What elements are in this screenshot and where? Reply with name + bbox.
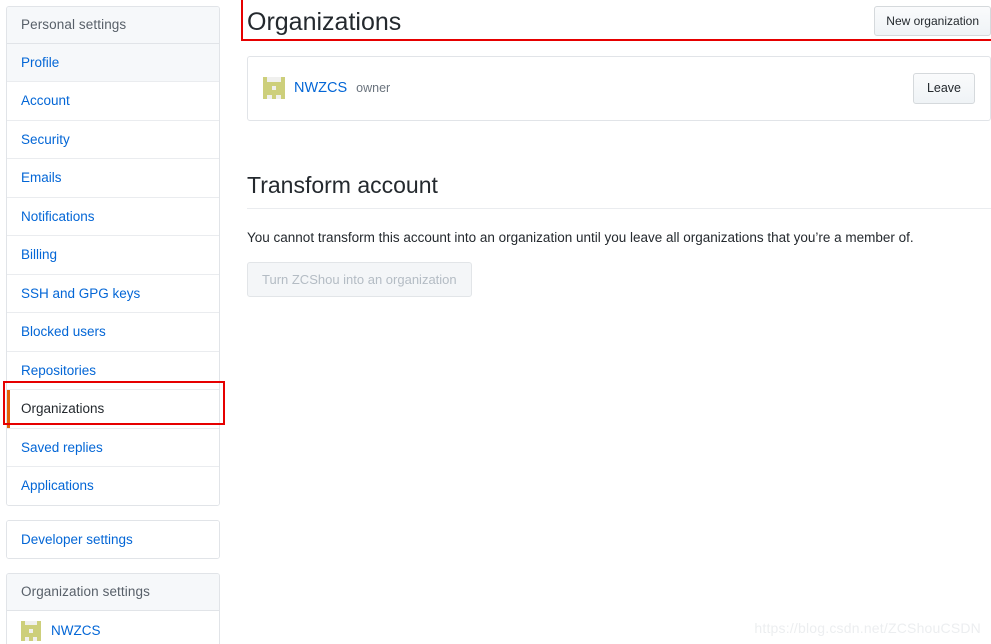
leave-organization-button[interactable]: Leave bbox=[912, 73, 975, 104]
sidebar-item-ssh-and-gpg-keys[interactable]: SSH and GPG keys bbox=[7, 274, 219, 313]
sidebar-item-developer-settings[interactable]: Developer settings bbox=[7, 520, 219, 558]
watermark-text: https://blog.csdn.net/ZCShouCSDN bbox=[754, 620, 981, 636]
sidebar-item-organizations[interactable]: Organizations bbox=[7, 390, 219, 429]
nav-group-header-personal-settings: Personal settings bbox=[7, 7, 219, 44]
settings-sidebar: Personal settings Profile Account Securi… bbox=[0, 0, 226, 644]
settings-page: Personal settings Profile Account Securi… bbox=[0, 0, 991, 644]
sidebar-item-account[interactable]: Account bbox=[7, 82, 219, 121]
organization-avatar-identicon-icon bbox=[263, 77, 285, 100]
sidebar-item-applications[interactable]: Applications bbox=[7, 467, 219, 505]
organization-row: NWZCS owner Leave bbox=[247, 56, 991, 121]
organization-identity: NWZCS owner bbox=[263, 77, 391, 100]
org-avatar-identicon-icon bbox=[21, 620, 41, 641]
organization-name-link[interactable]: NWZCS bbox=[294, 81, 347, 96]
nav-group-header-organization-settings: Organization settings bbox=[7, 574, 219, 611]
transform-account-action: Turn ZCShou into an organization bbox=[247, 261, 991, 297]
main-content: Organizations New organization NWZCS own… bbox=[247, 0, 991, 644]
sidebar-item-org-nwzcs[interactable]: NWZCS bbox=[7, 610, 219, 644]
page-header: Organizations New organization bbox=[247, 0, 991, 42]
organization-role: owner bbox=[356, 81, 391, 95]
sidebar-item-security[interactable]: Security bbox=[7, 120, 219, 159]
sidebar-item-profile[interactable]: Profile bbox=[7, 43, 219, 82]
sidebar-item-emails[interactable]: Emails bbox=[7, 159, 219, 198]
sidebar-item-notifications[interactable]: Notifications bbox=[7, 197, 219, 236]
sidebar-item-blocked-users[interactable]: Blocked users bbox=[7, 313, 219, 352]
nav-group-personal-settings: Personal settings Profile Account Securi… bbox=[6, 6, 220, 506]
sidebar-item-billing[interactable]: Billing bbox=[7, 236, 219, 275]
sidebar-item-repositories[interactable]: Repositories bbox=[7, 351, 219, 390]
transform-account-heading: Transform account bbox=[247, 172, 991, 210]
sidebar-item-org-nwzcs-label: NWZCS bbox=[51, 622, 101, 638]
nav-group-organization-settings: Organization settings NWZCS bbox=[6, 573, 220, 644]
nav-group-developer-settings: Developer settings bbox=[6, 519, 220, 559]
new-organization-button[interactable]: New organization bbox=[874, 6, 991, 36]
transform-account-description: You cannot transform this account into a… bbox=[247, 230, 914, 246]
turn-into-organization-button: Turn ZCShou into an organization bbox=[247, 261, 472, 297]
sidebar-item-saved-replies[interactable]: Saved replies bbox=[7, 428, 219, 467]
page-title: Organizations bbox=[247, 8, 402, 36]
